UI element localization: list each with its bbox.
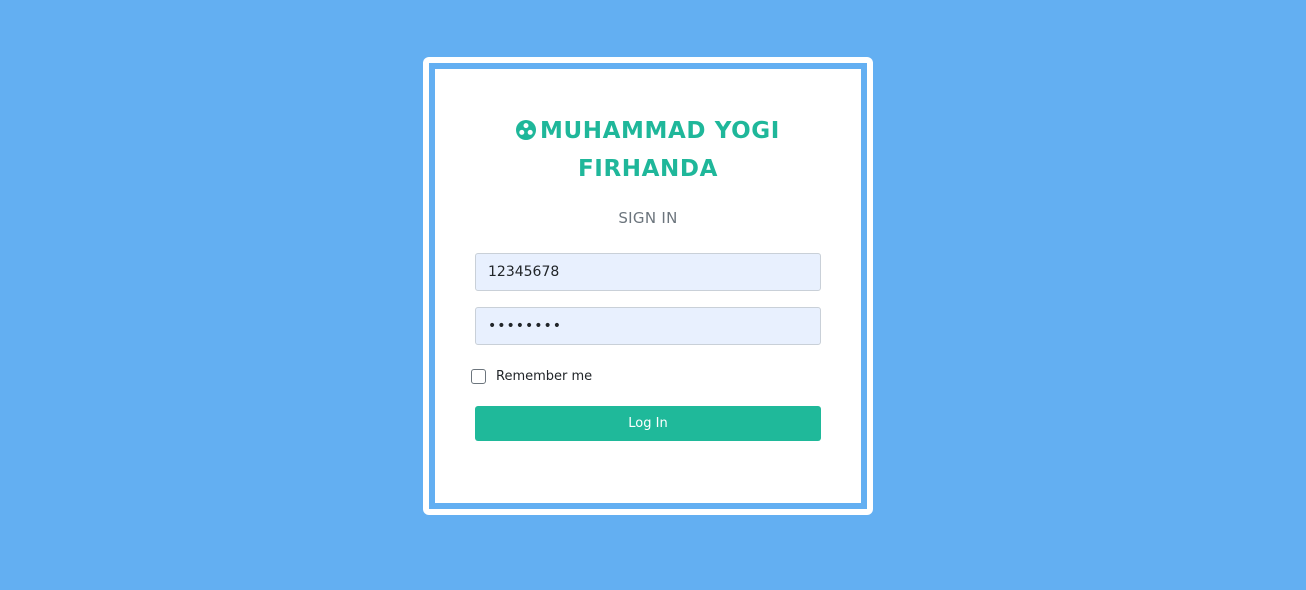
remember-me-label: Remember me [496, 368, 593, 384]
password-input[interactable] [475, 307, 821, 345]
brand-title: MUHAMMAD YOGI FIRHANDA [435, 113, 861, 187]
sign-in-heading: SIGN IN [618, 209, 678, 227]
login-button[interactable]: Log In [475, 406, 821, 441]
checkbox-box[interactable] [471, 368, 486, 384]
username-input[interactable] [475, 253, 821, 291]
brand-name: MUHAMMAD YOGI FIRHANDA [540, 118, 780, 182]
dots-circle-icon [516, 115, 537, 151]
remember-me-checkbox[interactable]: Remember me [471, 365, 592, 387]
login-card: MUHAMMAD YOGI FIRHANDA SIGN IN Remember … [429, 63, 867, 509]
login-frame: MUHAMMAD YOGI FIRHANDA SIGN IN Remember … [423, 57, 873, 515]
